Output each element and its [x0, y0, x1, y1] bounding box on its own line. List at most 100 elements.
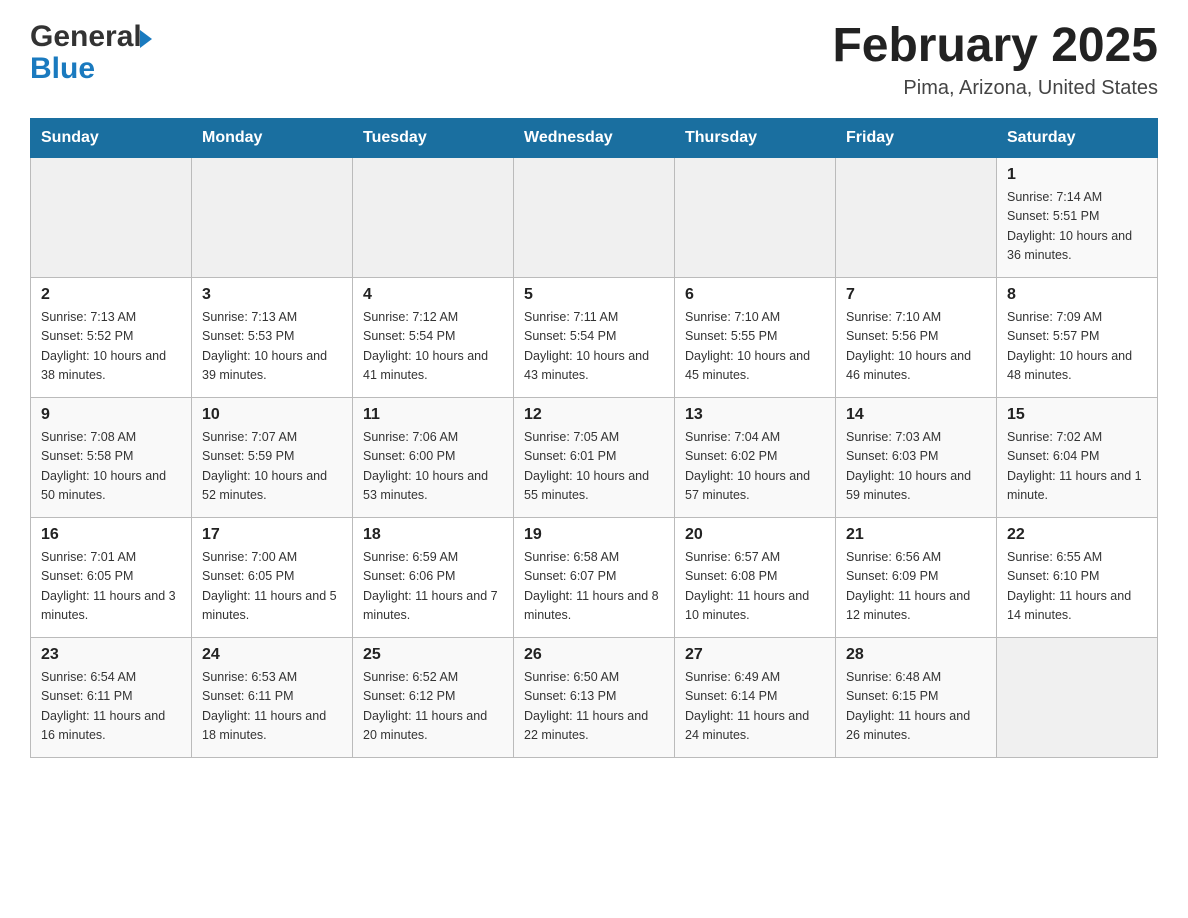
- day-number: 26: [524, 646, 664, 664]
- day-info: Sunrise: 6:59 AM Sunset: 6:06 PM Dayligh…: [363, 548, 503, 626]
- day-info: Sunrise: 6:56 AM Sunset: 6:09 PM Dayligh…: [846, 548, 986, 626]
- calendar-cell: 27 Sunrise: 6:49 AM Sunset: 6:14 PM Dayli…: [675, 637, 836, 757]
- calendar-cell: [675, 157, 836, 277]
- calendar-week-row: 16Sunrise: 7:01 AM Sunset: 6:05 PM Dayli…: [31, 517, 1158, 637]
- day-info: Sunrise: 7:14 AM Sunset: 5:51 PM Dayligh…: [1007, 188, 1147, 266]
- day-info: Sunrise: 7:10 AM Sunset: 5:56 PM Dayligh…: [846, 308, 986, 386]
- calendar-cell: [192, 157, 353, 277]
- calendar-cell: 4Sunrise: 7:12 AM Sunset: 5:54 PM Daylig…: [353, 277, 514, 397]
- day-info: Sunrise: 6:49 AM Sunset: 6:14 PM Dayligh…: [685, 668, 825, 746]
- header-wednesday: Wednesday: [514, 118, 675, 157]
- day-number: 21: [846, 526, 986, 544]
- calendar-cell: [836, 157, 997, 277]
- day-number: 20: [685, 526, 825, 544]
- calendar-cell: 13 Sunrise: 7:04 AM Sunset: 6:02 PM Dayli…: [675, 397, 836, 517]
- day-number: 8: [1007, 286, 1147, 304]
- day-info: Sunrise: 6:58 AM Sunset: 6:07 PM Dayligh…: [524, 548, 664, 626]
- day-info: Sunrise: 7:07 AM Sunset: 5:59 PM Dayligh…: [202, 428, 342, 506]
- calendar-cell: 22Sunrise: 6:55 AM Sunset: 6:10 PM Dayli…: [997, 517, 1158, 637]
- header-saturday: Saturday: [997, 118, 1158, 157]
- calendar-cell: 28 Sunrise: 6:48 AM Sunset: 6:15 PM Dayli…: [836, 637, 997, 757]
- day-info: Sunrise: 6:52 AM Sunset: 6:12 PM Dayligh…: [363, 668, 503, 746]
- day-number: 5: [524, 286, 664, 304]
- calendar-cell: 17 Sunrise: 7:00 AM Sunset: 6:05 PM Dayli…: [192, 517, 353, 637]
- day-number: 24: [202, 646, 342, 664]
- day-info: Sunrise: 7:08 AM Sunset: 5:58 PM Dayligh…: [41, 428, 181, 506]
- header-tuesday: Tuesday: [353, 118, 514, 157]
- day-number: 6: [685, 286, 825, 304]
- day-info: Sunrise: 7:04 AM Sunset: 6:02 PM Dayligh…: [685, 428, 825, 506]
- day-number: 12: [524, 406, 664, 424]
- day-number: 11: [363, 406, 503, 424]
- day-info: Sunrise: 7:10 AM Sunset: 5:55 PM Dayligh…: [685, 308, 825, 386]
- day-info: Sunrise: 7:13 AM Sunset: 5:53 PM Dayligh…: [202, 308, 342, 386]
- weekday-header-row: Sunday Monday Tuesday Wednesday Thursday…: [31, 118, 1158, 157]
- day-number: 27: [685, 646, 825, 664]
- day-info: Sunrise: 7:11 AM Sunset: 5:54 PM Dayligh…: [524, 308, 664, 386]
- day-number: 25: [363, 646, 503, 664]
- day-number: 2: [41, 286, 181, 304]
- day-number: 1: [1007, 166, 1147, 184]
- header-monday: Monday: [192, 118, 353, 157]
- day-number: 7: [846, 286, 986, 304]
- calendar-cell: 10Sunrise: 7:07 AM Sunset: 5:59 PM Dayli…: [192, 397, 353, 517]
- day-info: Sunrise: 7:01 AM Sunset: 6:05 PM Dayligh…: [41, 548, 181, 626]
- day-number: 19: [524, 526, 664, 544]
- calendar-cell: 25 Sunrise: 6:52 AM Sunset: 6:12 PM Dayli…: [353, 637, 514, 757]
- day-info: Sunrise: 7:00 AM Sunset: 6:05 PM Dayligh…: [202, 548, 342, 626]
- calendar-week-row: 2 Sunrise: 7:13 AM Sunset: 5:52 PM Daylig…: [31, 277, 1158, 397]
- calendar-cell: 11 Sunrise: 7:06 AM Sunset: 6:00 PM Dayli…: [353, 397, 514, 517]
- calendar-cell: 16Sunrise: 7:01 AM Sunset: 6:05 PM Dayli…: [31, 517, 192, 637]
- day-number: 18: [363, 526, 503, 544]
- day-number: 23: [41, 646, 181, 664]
- calendar-cell: [353, 157, 514, 277]
- day-info: Sunrise: 6:57 AM Sunset: 6:08 PM Dayligh…: [685, 548, 825, 626]
- day-info: Sunrise: 6:48 AM Sunset: 6:15 PM Dayligh…: [846, 668, 986, 746]
- month-title: February 2025: [832, 20, 1158, 73]
- logo-blue-text: Blue: [30, 54, 95, 84]
- day-info: Sunrise: 6:55 AM Sunset: 6:10 PM Dayligh…: [1007, 548, 1147, 626]
- calendar-cell: 9 Sunrise: 7:08 AM Sunset: 5:58 PM Daylig…: [31, 397, 192, 517]
- day-number: 9: [41, 406, 181, 424]
- day-info: Sunrise: 7:02 AM Sunset: 6:04 PM Dayligh…: [1007, 428, 1147, 506]
- day-number: 15: [1007, 406, 1147, 424]
- calendar-cell: 7 Sunrise: 7:10 AM Sunset: 5:56 PM Daylig…: [836, 277, 997, 397]
- header-thursday: Thursday: [675, 118, 836, 157]
- calendar-cell: 21 Sunrise: 6:56 AM Sunset: 6:09 PM Dayli…: [836, 517, 997, 637]
- calendar-cell: 15 Sunrise: 7:02 AM Sunset: 6:04 PM Dayli…: [997, 397, 1158, 517]
- day-info: Sunrise: 6:53 AM Sunset: 6:11 PM Dayligh…: [202, 668, 342, 746]
- logo: General Blue: [30, 20, 152, 84]
- day-info: Sunrise: 6:50 AM Sunset: 6:13 PM Dayligh…: [524, 668, 664, 746]
- logo-general-text: General: [30, 20, 142, 54]
- day-number: 4: [363, 286, 503, 304]
- calendar-cell: 2 Sunrise: 7:13 AM Sunset: 5:52 PM Daylig…: [31, 277, 192, 397]
- calendar-cell: [514, 157, 675, 277]
- calendar-week-row: 23Sunrise: 6:54 AM Sunset: 6:11 PM Dayli…: [31, 637, 1158, 757]
- location-title: Pima, Arizona, United States: [832, 77, 1158, 100]
- calendar-cell: 6 Sunrise: 7:10 AM Sunset: 5:55 PM Daylig…: [675, 277, 836, 397]
- title-block: February 2025 Pima, Arizona, United Stat…: [832, 20, 1158, 100]
- calendar-cell: [997, 637, 1158, 757]
- day-info: Sunrise: 7:05 AM Sunset: 6:01 PM Dayligh…: [524, 428, 664, 506]
- header-sunday: Sunday: [31, 118, 192, 157]
- day-number: 13: [685, 406, 825, 424]
- calendar-cell: 20 Sunrise: 6:57 AM Sunset: 6:08 PM Dayli…: [675, 517, 836, 637]
- day-info: Sunrise: 7:13 AM Sunset: 5:52 PM Dayligh…: [41, 308, 181, 386]
- calendar-cell: 12 Sunrise: 7:05 AM Sunset: 6:01 PM Dayli…: [514, 397, 675, 517]
- calendar-cell: 5 Sunrise: 7:11 AM Sunset: 5:54 PM Daylig…: [514, 277, 675, 397]
- calendar-body: 1 Sunrise: 7:14 AM Sunset: 5:51 PM Daylig…: [31, 157, 1158, 757]
- day-number: 17: [202, 526, 342, 544]
- calendar-table: Sunday Monday Tuesday Wednesday Thursday…: [30, 118, 1158, 758]
- calendar-cell: 23Sunrise: 6:54 AM Sunset: 6:11 PM Dayli…: [31, 637, 192, 757]
- day-number: 28: [846, 646, 986, 664]
- day-info: Sunrise: 7:09 AM Sunset: 5:57 PM Dayligh…: [1007, 308, 1147, 386]
- calendar-cell: 3 Sunrise: 7:13 AM Sunset: 5:53 PM Daylig…: [192, 277, 353, 397]
- day-number: 14: [846, 406, 986, 424]
- day-info: Sunrise: 7:06 AM Sunset: 6:00 PM Dayligh…: [363, 428, 503, 506]
- calendar-week-row: 1 Sunrise: 7:14 AM Sunset: 5:51 PM Daylig…: [31, 157, 1158, 277]
- calendar-cell: 8 Sunrise: 7:09 AM Sunset: 5:57 PM Daylig…: [997, 277, 1158, 397]
- calendar-cell: 19 Sunrise: 6:58 AM Sunset: 6:07 PM Dayli…: [514, 517, 675, 637]
- day-number: 3: [202, 286, 342, 304]
- calendar-cell: [31, 157, 192, 277]
- page-header: General Blue February 2025 Pima, Arizona…: [30, 20, 1158, 100]
